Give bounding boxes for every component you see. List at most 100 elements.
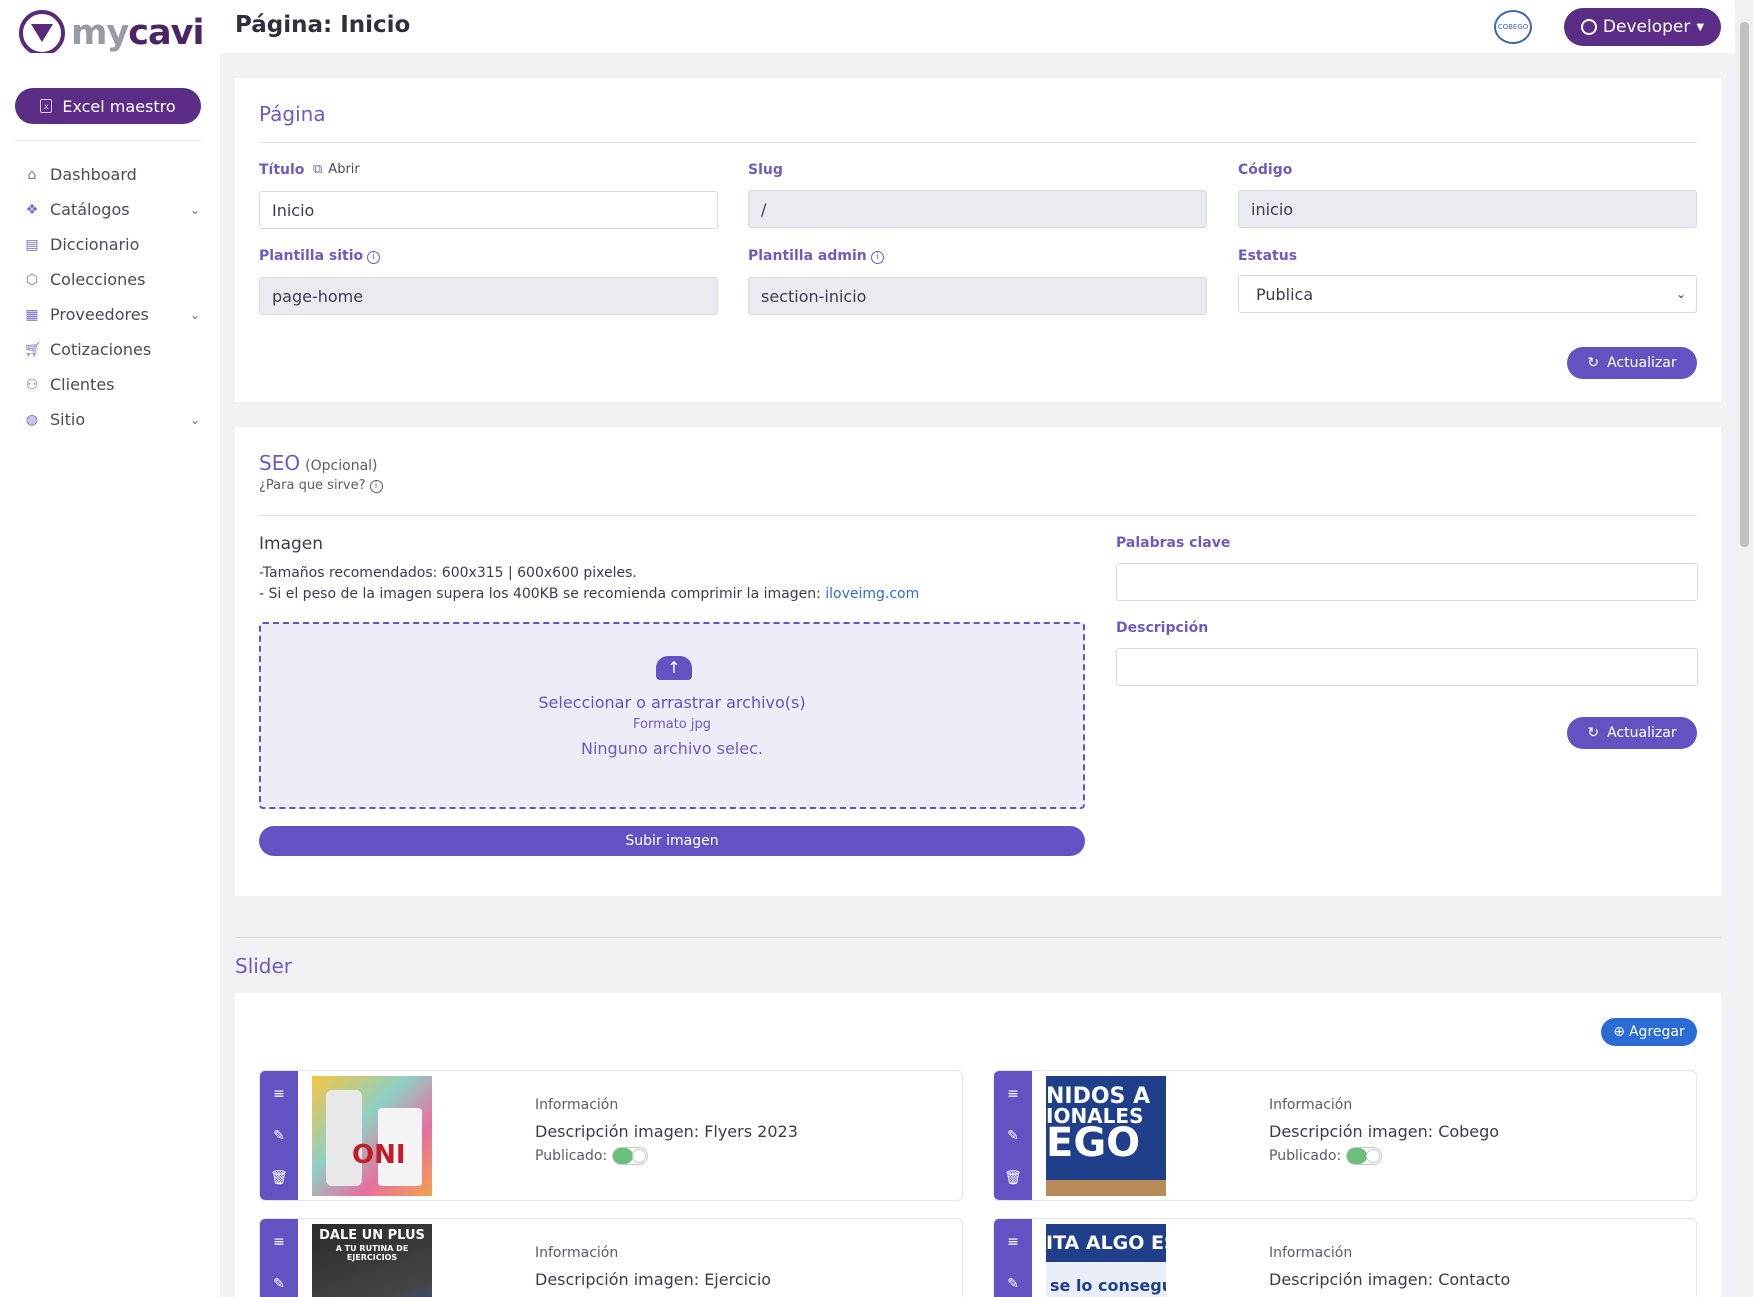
- refresh-icon: ↻: [1587, 355, 1600, 371]
- edit-icon[interactable]: ✎: [273, 1115, 285, 1157]
- drag-handle-icon[interactable]: ≡: [1007, 1221, 1019, 1263]
- slide-description: Descripción imagen: Cobego: [1269, 1122, 1500, 1141]
- chevron-down-icon: ⌄: [189, 202, 200, 217]
- cloud-upload-icon: ↑: [656, 656, 692, 680]
- page-scrollbar[interactable]: [1735, 0, 1753, 1297]
- cube-icon: ⬡: [25, 271, 39, 288]
- keywords-input[interactable]: [1116, 563, 1698, 601]
- sidebar-nav: ⌂ Dashboard ❖ Catálogos ⌄ ▤ Diccionario ⬡ Col…: [24, 157, 204, 437]
- info-icon[interactable]: i: [870, 250, 884, 264]
- keywords-label: Palabras clave: [1116, 535, 1231, 551]
- sidebar-item-dashboard[interactable]: ⌂ Dashboard: [24, 157, 204, 192]
- estatus-label: Estatus: [1238, 248, 1298, 264]
- user-icon: [1580, 19, 1597, 35]
- edit-icon[interactable]: ✎: [1007, 1115, 1019, 1157]
- chevron-down-icon: ⌄: [189, 307, 200, 322]
- titulo-label: Título: [259, 162, 305, 178]
- slide-item: ≡ ✎ 🗑︎ ONI Información Descripción image…: [259, 1070, 963, 1201]
- published-toggle[interactable]: [1345, 1147, 1382, 1165]
- sidebar-item-clientes[interactable]: ⚇ Clientes: [24, 367, 204, 402]
- seo-update-button[interactable]: ↻ Actualizar: [1567, 717, 1697, 749]
- slide-info: Información Descripción imagen: Ejercici…: [535, 1245, 772, 1289]
- slide-thumbnail[interactable]: ITA ALGO ESP se lo conseguim: [1046, 1224, 1166, 1297]
- user-name: Developer: [1602, 17, 1691, 37]
- top-bar: mycavi Página: Inicio COBEGO Developer ▼: [0, 0, 1735, 56]
- pagina-divider: [259, 142, 1697, 143]
- slide-thumbnail[interactable]: NIDOS A IONALES EGO: [1046, 1076, 1166, 1196]
- upload-image-button[interactable]: Subir imagen: [259, 826, 1085, 856]
- excel-maestro-button[interactable]: x Excel maestro: [15, 88, 201, 124]
- sidebar-item-sitio[interactable]: ◍ Sitio ⌄: [24, 402, 204, 437]
- drag-handle-icon[interactable]: ≡: [273, 1073, 285, 1115]
- published-toggle[interactable]: [611, 1147, 648, 1165]
- titulo-input[interactable]: Inicio: [259, 191, 718, 229]
- logo-text: mycavi: [71, 13, 204, 53]
- description-label: Descripción: [1116, 620, 1209, 636]
- add-slide-button[interactable]: ⊕ Agregar: [1601, 1018, 1697, 1046]
- seo-card: SEO (Opcional) ¿Para que sirve? i Imagen …: [235, 427, 1721, 896]
- edit-icon[interactable]: ✎: [1007, 1263, 1019, 1297]
- cart-icon: 🛒︎: [24, 341, 42, 358]
- edit-icon[interactable]: ✎: [273, 1263, 285, 1297]
- estatus-select[interactable]: Publica ⌄: [1238, 275, 1697, 313]
- slide-tools: ≡ ✎ 🗑︎: [260, 1071, 298, 1200]
- image-weight-hint: - Si el peso de la imagen supera los 400…: [259, 586, 920, 602]
- sidebar-item-diccionario[interactable]: ▤ Diccionario: [24, 227, 204, 262]
- pagina-update-button[interactable]: ↻ Actualizar: [1567, 347, 1697, 379]
- user-menu-button[interactable]: Developer ▼: [1564, 8, 1721, 46]
- slide-tools: ≡ ✎ 🗑︎: [994, 1071, 1032, 1200]
- sidebar-item-cotizaciones[interactable]: 🛒︎ Cotizaciones: [24, 332, 204, 367]
- imagen-label: Imagen: [259, 534, 324, 554]
- seo-title: SEO (Opcional): [259, 451, 378, 475]
- slide-thumbnail[interactable]: ONI: [312, 1076, 432, 1196]
- codigo-label: Código: [1238, 162, 1293, 178]
- info-icon: i: [369, 479, 383, 493]
- scrollbar-thumb[interactable]: [1740, 22, 1749, 547]
- image-dropzone[interactable]: ↑ Seleccionar o arrastrar archivo(s) For…: [259, 622, 1085, 809]
- chevron-down-icon: ⌄: [189, 412, 200, 427]
- building-icon: ▦: [25, 306, 39, 323]
- info-icon[interactable]: i: [367, 250, 381, 264]
- dropzone-title: Seleccionar o arrastrar archivo(s): [538, 693, 806, 712]
- chevron-down-icon: ⌄: [1675, 287, 1686, 301]
- app-logo[interactable]: mycavi: [19, 10, 204, 56]
- published-row: Publicado:: [535, 1147, 798, 1165]
- seo-help-link[interactable]: ¿Para que sirve? i: [259, 478, 383, 493]
- slide-item: ≡ ✎ DALE UN PLUS A TU RUTINA DE EJERCICI…: [259, 1218, 963, 1297]
- abrir-link[interactable]: ⧉ Abrir: [313, 162, 360, 177]
- slide-item: ≡ ✎ ITA ALGO ESP se lo conseguim Informa…: [993, 1218, 1697, 1297]
- trash-icon[interactable]: 🗑︎: [1004, 1157, 1022, 1199]
- trash-icon[interactable]: 🗑︎: [270, 1157, 288, 1199]
- boxes-icon: ❖: [25, 201, 39, 218]
- sidebar: x Excel maestro ⌂ Dashboard ❖ Catálogos ⌄ ▤…: [0, 53, 220, 1297]
- dropzone-status: Ninguno archivo selec.: [581, 739, 763, 758]
- description-input[interactable]: [1116, 648, 1698, 686]
- plantilla-sitio-field: page-home: [259, 277, 718, 315]
- drag-handle-icon[interactable]: ≡: [1007, 1073, 1019, 1115]
- slide-info: Información Descripción imagen: Contacto: [1269, 1245, 1511, 1289]
- slide-thumbnail[interactable]: DALE UN PLUS A TU RUTINA DE EJERCICIOS: [312, 1224, 432, 1297]
- plantilla-admin-field: section-inicio: [748, 277, 1207, 315]
- drag-handle-icon[interactable]: ≡: [273, 1221, 285, 1263]
- seo-divider: [259, 515, 1697, 516]
- globe-icon: ◍: [25, 411, 39, 428]
- users-icon: ⚇: [25, 376, 39, 393]
- published-row: Publicado:: [1269, 1147, 1499, 1165]
- slide-description: Descripción imagen: Ejercicio: [535, 1270, 772, 1289]
- slug-field: /: [748, 190, 1207, 228]
- iloveimg-link[interactable]: iloveimg.com: [825, 586, 919, 602]
- page-title: Página: Inicio: [235, 12, 411, 38]
- plantilla-sitio-label: Plantilla sitio i: [259, 248, 381, 264]
- slide-item: ≡ ✎ 🗑︎ NIDOS A IONALES EGO Información D…: [993, 1070, 1697, 1201]
- plantilla-admin-label: Plantilla admin i: [748, 248, 884, 264]
- sidebar-item-colecciones[interactable]: ⬡ Colecciones: [24, 262, 204, 297]
- slide-tools: ≡ ✎: [260, 1219, 298, 1297]
- sidebar-item-catalogos[interactable]: ❖ Catálogos ⌄: [24, 192, 204, 227]
- sidebar-item-proveedores[interactable]: ▦ Proveedores ⌄: [24, 297, 204, 332]
- slider-title: Slider: [235, 954, 293, 978]
- pagina-title: Página: [259, 102, 326, 126]
- slide-description: Descripción imagen: Contacto: [1269, 1270, 1511, 1289]
- plus-circle-icon: ⊕: [1613, 1024, 1625, 1040]
- slider-divider: [235, 937, 1721, 938]
- home-icon: ⌂: [27, 166, 37, 183]
